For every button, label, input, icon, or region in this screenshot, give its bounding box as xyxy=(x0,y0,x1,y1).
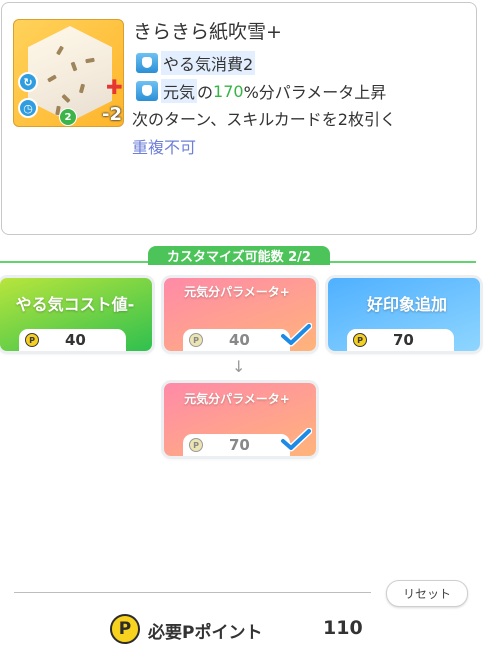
p-coin-icon: P xyxy=(353,333,367,347)
arrow-down-icon: ↓ xyxy=(232,357,246,376)
motivation-icon xyxy=(136,53,158,73)
option-vitality-parameter[interactable]: 元気分パラメータ+ P 40 xyxy=(164,278,316,351)
effect-keyword: 元気 xyxy=(161,79,198,103)
option-cost-value: 70 xyxy=(393,331,414,349)
effect-text: やる気消費2 xyxy=(161,51,256,75)
effect-text: %分パラメータ上昇 xyxy=(243,83,387,102)
customize-count-header: カスタマイズ可能数 2/2 xyxy=(148,246,330,265)
p-point-coin-icon: P xyxy=(110,614,140,644)
effect-percent: 170 xyxy=(213,81,244,101)
effect-parameter-up: 元気の 170 %分パラメータ上昇 xyxy=(136,79,386,103)
checkmark-icon xyxy=(280,428,312,452)
effect-motivation-cost: やる気消費2 xyxy=(136,51,256,75)
no-duplicate-note: 重複不可 xyxy=(132,138,197,157)
option-label: やる気コスト値- xyxy=(15,295,135,314)
option-cost: P 70 xyxy=(183,434,290,456)
p-coin-icon: P xyxy=(189,333,203,347)
reset-button[interactable]: リセット xyxy=(386,580,468,607)
p-coin-icon: P xyxy=(189,438,203,452)
p-coin-icon: P xyxy=(25,333,39,347)
option-vitality-parameter-tier2[interactable]: 元気分パラメータ+ P 70 xyxy=(164,383,316,456)
vitality-icon xyxy=(136,81,158,101)
cost-badge: -2 xyxy=(102,104,122,125)
required-points-label: 必要Pポイント xyxy=(148,623,263,643)
skill-card-art: ↻ ◷ 2 A ✚ -2 xyxy=(13,19,124,127)
option-label: 元気分パラメータ+ xyxy=(184,392,290,406)
option-label: 好印象追加 xyxy=(366,295,447,314)
option-motivation-cost[interactable]: やる気コスト値- P 40 xyxy=(0,278,152,351)
effect-text: の xyxy=(197,83,214,102)
rarity-label: A xyxy=(63,126,70,127)
skill-card-detail-panel: ↻ ◷ 2 A ✚ -2 きらきら紙吹雪+ やる気消費2 元気の170%分パラメ… xyxy=(1,2,477,235)
option-good-impression[interactable]: 好印象追加 P 70 xyxy=(328,278,480,351)
retain-icon: ↻ xyxy=(18,72,38,92)
level-badge: 2 xyxy=(59,108,77,126)
option-cost: P 40 xyxy=(183,329,290,351)
option-label: 元気分パラメータ+ xyxy=(184,285,290,299)
option-cost: P 40 xyxy=(19,329,126,351)
option-cost-value: 70 xyxy=(229,436,250,454)
clock-icon: ◷ xyxy=(18,98,38,118)
effect-draw-cards: 次のターン、スキルカードを2枚引く xyxy=(132,110,396,129)
required-points-value: 110 xyxy=(323,617,363,639)
enhanced-plus-icon: ✚ xyxy=(106,75,123,99)
option-cost-value: 40 xyxy=(65,331,86,349)
option-cost-value: 40 xyxy=(229,331,250,349)
footer-divider xyxy=(14,592,371,593)
option-cost: P 70 xyxy=(347,329,454,351)
card-title: きらきら紙吹雪+ xyxy=(133,21,282,43)
checkmark-icon xyxy=(280,323,312,347)
